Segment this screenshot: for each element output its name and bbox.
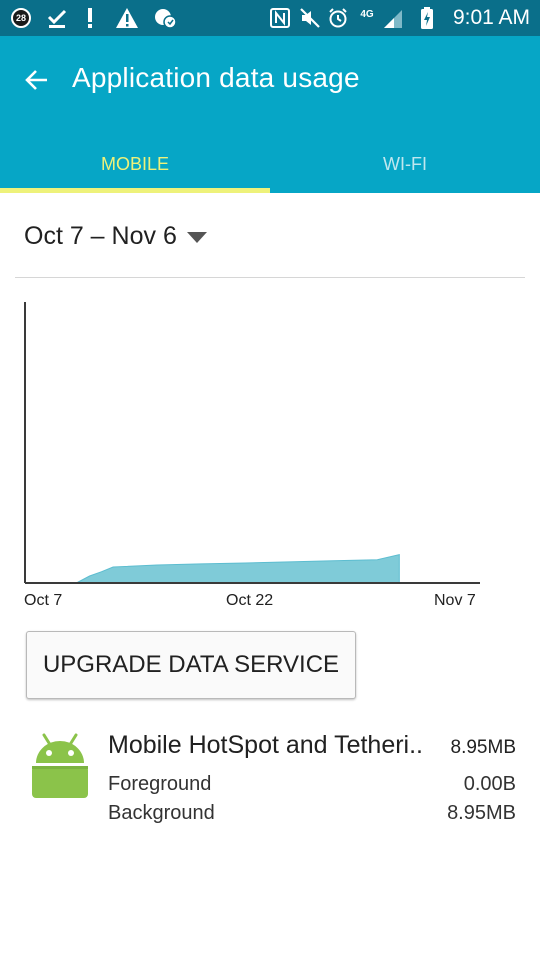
- tab-mobile[interactable]: MOBILE: [0, 136, 270, 193]
- foreground-value: 0.00B: [463, 773, 516, 795]
- network-type-4g-icon: 4G: [356, 0, 378, 36]
- app-total-usage: 8.95MB: [450, 737, 516, 758]
- app-bar: Application data usage MOBILE WI-FI: [0, 36, 540, 193]
- network-type-label: 4G: [360, 9, 374, 20]
- page-title: Application data usage: [72, 62, 360, 93]
- battery-charging-icon: [416, 0, 438, 36]
- notification-count-badge: 28: [11, 8, 31, 28]
- x-tick-label-mid: Oct 22: [226, 592, 274, 609]
- back-arrow-icon: [25, 70, 47, 90]
- tab-selected-indicator: [0, 188, 270, 193]
- tab-wifi-label: WI-FI: [383, 154, 427, 174]
- alarm-icon: [326, 0, 350, 36]
- tab-bar: MOBILE WI-FI: [0, 136, 540, 193]
- app-name: Mobile HotSpot and Tetheri..: [108, 731, 424, 759]
- alert-exclamation-icon: [80, 0, 100, 36]
- usage-area-series: [76, 553, 400, 584]
- foreground-label: Foreground: [108, 773, 212, 795]
- signal-strength-icon: [380, 0, 406, 36]
- background-value: 8.95MB: [447, 802, 516, 824]
- mute-icon: [298, 0, 322, 36]
- warning-icon: [114, 0, 140, 36]
- notification-count-icon: 28: [8, 0, 34, 36]
- data-usage-chart: Oct 7 Oct 22 Nov 7: [0, 290, 540, 620]
- tab-mobile-label: MOBILE: [100, 154, 170, 174]
- chat-notification-icon: [152, 0, 178, 36]
- status-bar: 28 4G 9:01 AM: [0, 0, 540, 36]
- usage-chart-svg: [24, 302, 480, 584]
- app-usage-list-item[interactable]: Mobile HotSpot and Tetheri.. 8.95MB Fore…: [0, 725, 540, 835]
- back-button[interactable]: [16, 60, 56, 100]
- background-label: Background: [108, 802, 215, 824]
- android-robot-icon: [32, 733, 88, 798]
- download-complete-icon: [44, 0, 70, 36]
- status-time: 9:01 AM: [452, 6, 530, 29]
- date-range-dropdown[interactable]: Oct 7 – Nov 6: [24, 218, 207, 254]
- upgrade-data-service-button[interactable]: UPGRADE DATA SERVICE: [26, 631, 356, 699]
- x-tick-label-end: Nov 7: [434, 592, 476, 609]
- divider: [15, 277, 525, 278]
- dropdown-caret-icon: [186, 232, 207, 243]
- x-tick-label-start: Oct 7: [24, 592, 63, 609]
- date-range-label: Oct 7 – Nov 6: [24, 221, 177, 250]
- tab-wifi[interactable]: WI-FI: [270, 136, 540, 193]
- nfc-icon: [268, 0, 292, 36]
